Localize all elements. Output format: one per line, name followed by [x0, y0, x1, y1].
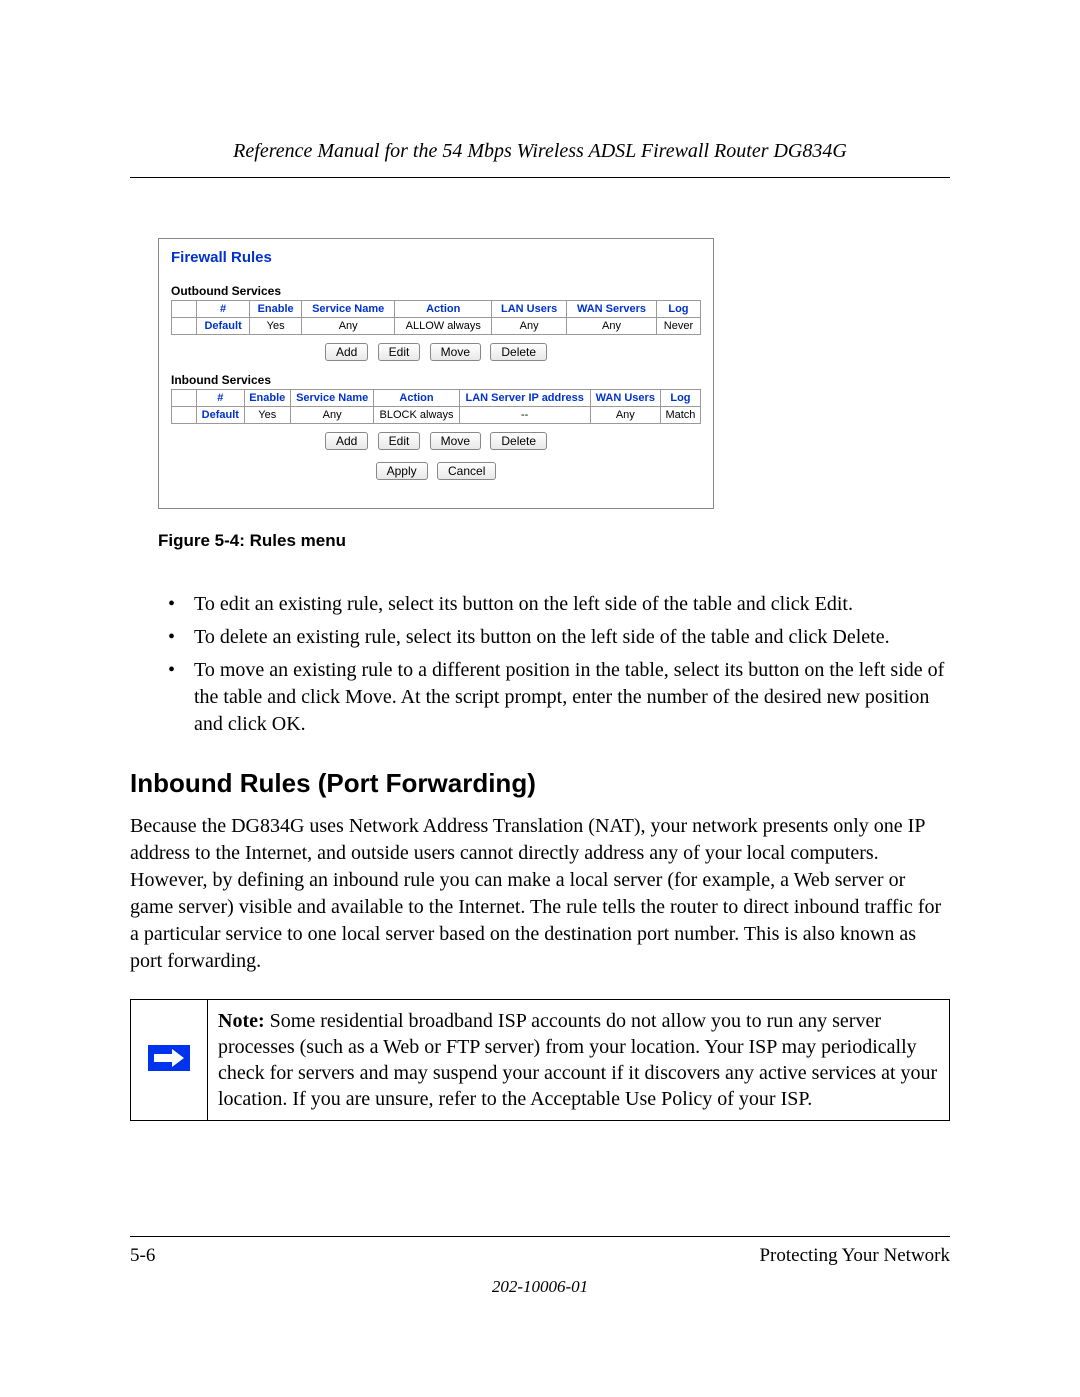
cell-action: BLOCK always	[374, 407, 459, 424]
list-item: To move an existing rule to a different …	[168, 657, 950, 738]
arrow-icon	[148, 1045, 190, 1071]
edit-button[interactable]: Edit	[378, 432, 421, 450]
cell-wanusers: Any	[590, 407, 660, 424]
edit-button[interactable]: Edit	[378, 343, 421, 361]
outbound-buttons: Add Edit Move Delete	[171, 343, 701, 361]
note-icon-cell	[131, 1000, 208, 1121]
add-button[interactable]: Add	[325, 432, 368, 450]
document-number: 202-10006-01	[130, 1277, 950, 1297]
cell-log: Match	[660, 407, 700, 424]
col-radio	[172, 390, 197, 407]
col-lan: LAN Users	[492, 301, 567, 318]
cancel-button[interactable]: Cancel	[437, 462, 496, 480]
note-label: Note:	[218, 1010, 265, 1032]
apply-button[interactable]: Apply	[376, 462, 428, 480]
table-header-row: # Enable Service Name Action LAN Server …	[172, 390, 701, 407]
col-num: #	[197, 301, 250, 318]
note-callout: Note: Some residential broadband ISP acc…	[130, 999, 950, 1121]
col-enable: Enable	[250, 301, 302, 318]
body-paragraph: Because the DG834G uses Network Address …	[130, 813, 950, 975]
table-row: Default Yes Any BLOCK always -- Any Matc…	[172, 407, 701, 424]
inbound-services-label: Inbound Services	[171, 373, 701, 387]
cell-lan: Any	[492, 318, 567, 335]
firewall-rules-panel: Firewall Rules Outbound Services # Enabl…	[158, 238, 714, 509]
delete-button[interactable]: Delete	[490, 432, 547, 450]
inbound-buttons: Add Edit Move Delete	[171, 432, 701, 450]
cell-action: ALLOW always	[395, 318, 492, 335]
cell-service: Any	[302, 318, 395, 335]
col-service: Service Name	[302, 301, 395, 318]
cell-lanip: --	[459, 407, 590, 424]
cell-num: Default	[197, 318, 250, 335]
cell-radio[interactable]	[172, 407, 197, 424]
list-item: To delete an existing rule, select its b…	[168, 624, 950, 651]
page-footer: 5-6 Protecting Your Network 202-10006-01	[130, 1236, 950, 1297]
col-lanip: LAN Server IP address	[459, 390, 590, 407]
cell-service: Any	[290, 407, 373, 424]
instruction-list: To edit an existing rule, select its but…	[168, 591, 950, 738]
figure-caption: Figure 5-4: Rules menu	[158, 531, 950, 551]
table-header-row: # Enable Service Name Action LAN Users W…	[172, 301, 701, 318]
move-button[interactable]: Move	[430, 432, 481, 450]
col-radio	[172, 301, 197, 318]
move-button[interactable]: Move	[430, 343, 481, 361]
cell-radio[interactable]	[172, 318, 197, 335]
col-wan: WAN Servers	[567, 301, 657, 318]
cell-num: Default	[197, 407, 245, 424]
page-number: 5-6	[130, 1245, 155, 1267]
col-log: Log	[656, 301, 700, 318]
col-log: Log	[660, 390, 700, 407]
cell-enable: Yes	[250, 318, 302, 335]
table-row: Default Yes Any ALLOW always Any Any Nev…	[172, 318, 701, 335]
list-item: To edit an existing rule, select its but…	[168, 591, 950, 618]
outbound-services-table: # Enable Service Name Action LAN Users W…	[171, 300, 701, 335]
cell-wan: Any	[567, 318, 657, 335]
delete-button[interactable]: Delete	[490, 343, 547, 361]
document-page: Reference Manual for the 54 Mbps Wireles…	[0, 0, 1080, 1397]
panel-title: Firewall Rules	[171, 249, 701, 266]
apply-cancel-buttons: Apply Cancel	[171, 462, 701, 480]
inbound-services-table: # Enable Service Name Action LAN Server …	[171, 389, 701, 424]
col-enable: Enable	[244, 390, 290, 407]
chapter-title: Protecting Your Network	[759, 1245, 950, 1267]
cell-log: Never	[656, 318, 700, 335]
col-action: Action	[374, 390, 459, 407]
col-service: Service Name	[290, 390, 373, 407]
col-num: #	[197, 390, 245, 407]
outbound-services-label: Outbound Services	[171, 284, 701, 298]
cell-enable: Yes	[244, 407, 290, 424]
running-header: Reference Manual for the 54 Mbps Wireles…	[130, 140, 950, 178]
note-text: Note: Some residential broadband ISP acc…	[208, 1000, 950, 1121]
section-heading: Inbound Rules (Port Forwarding)	[130, 768, 950, 799]
add-button[interactable]: Add	[325, 343, 368, 361]
col-action: Action	[395, 301, 492, 318]
note-body: Some residential broadband ISP accounts …	[218, 1010, 937, 1110]
col-wanusers: WAN Users	[590, 390, 660, 407]
